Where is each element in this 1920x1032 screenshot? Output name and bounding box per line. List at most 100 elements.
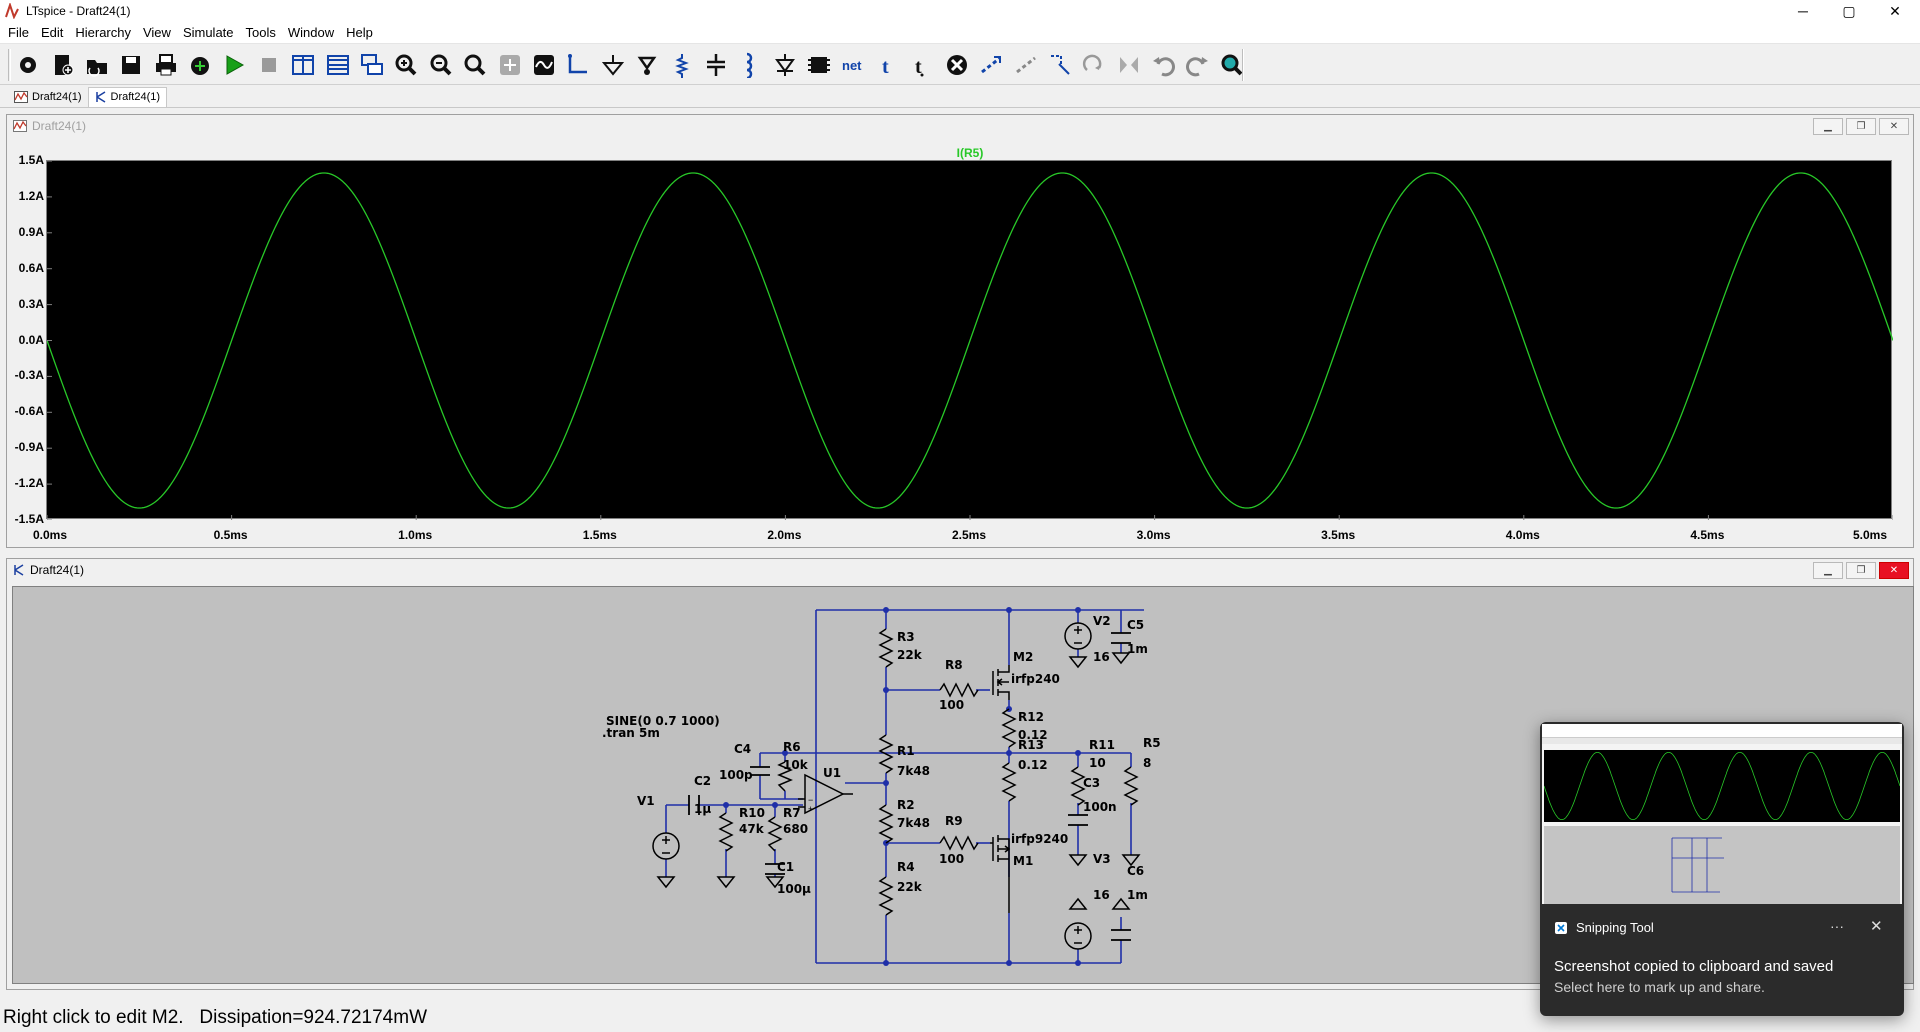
move-icon bbox=[1015, 56, 1036, 74]
screenshot-thumbnail[interactable] bbox=[1542, 724, 1902, 904]
zoom-in-button[interactable] bbox=[390, 49, 422, 81]
label-net-button[interactable] bbox=[631, 49, 663, 81]
autorange-icon bbox=[499, 55, 520, 75]
control-panel-button[interactable] bbox=[184, 49, 216, 81]
svg-text:1µ: 1µ bbox=[694, 802, 711, 816]
svg-text:R8: R8 bbox=[945, 658, 963, 672]
waveform-minimize-button[interactable]: ▁ bbox=[1813, 118, 1843, 135]
x-tick-label: 1.0ms bbox=[398, 528, 433, 542]
resistor-button[interactable] bbox=[666, 49, 698, 81]
waveform-icon bbox=[14, 90, 28, 103]
spice-directive-button[interactable]: t bbox=[906, 49, 938, 81]
toast-message: Screenshot copied to clipboard and saved bbox=[1554, 958, 1834, 975]
schematic-restore-button[interactable]: ❐ bbox=[1846, 562, 1876, 579]
directive-tran: .tran 5m bbox=[602, 726, 660, 740]
c4-symbol bbox=[750, 766, 770, 776]
tile-horizontal-button[interactable] bbox=[322, 49, 354, 81]
toast-close-button[interactable]: ✕ bbox=[1870, 917, 1883, 935]
toolbar-end-separator bbox=[1242, 49, 1244, 81]
undo-button[interactable] bbox=[1147, 49, 1179, 81]
r9-symbol bbox=[939, 835, 979, 851]
y-tick-label: -0.9A bbox=[14, 440, 44, 455]
inductor-button[interactable] bbox=[734, 49, 766, 81]
settings-button[interactable] bbox=[12, 49, 44, 81]
tile-horizontal-icon bbox=[326, 55, 349, 75]
y-tick-label: 0.0A bbox=[18, 332, 44, 347]
menu-help[interactable]: Help bbox=[340, 22, 379, 44]
resistor-icon bbox=[674, 54, 689, 78]
control-panel-icon bbox=[191, 57, 209, 75]
waveform-window-title: Draft24(1) bbox=[32, 119, 87, 133]
undo-icon bbox=[1153, 57, 1176, 77]
menu-hierarchy[interactable]: Hierarchy bbox=[69, 22, 137, 44]
wire-button[interactable] bbox=[562, 49, 594, 81]
menu-edit[interactable]: Edit bbox=[35, 22, 69, 44]
trace-label[interactable]: I(R5) bbox=[940, 146, 1000, 160]
mirror-button[interactable] bbox=[1113, 49, 1145, 81]
svg-text:1m: 1m bbox=[1127, 642, 1148, 656]
tab-waveform[interactable]: Draft24(1) bbox=[8, 87, 88, 107]
cascade-button[interactable] bbox=[356, 49, 388, 81]
menu-view[interactable]: View bbox=[137, 22, 177, 44]
waveform-plot[interactable] bbox=[46, 160, 1894, 521]
menu-file[interactable]: File bbox=[2, 22, 35, 44]
drag-icon bbox=[1051, 55, 1070, 75]
y-tick-label: -0.6A bbox=[14, 404, 44, 419]
new-schematic-button[interactable] bbox=[46, 49, 78, 81]
svg-text:R10: R10 bbox=[739, 806, 765, 820]
text-button[interactable]: t bbox=[872, 49, 904, 81]
zoom-out-button[interactable] bbox=[425, 49, 457, 81]
r1-symbol bbox=[878, 734, 894, 774]
schematic-close-button[interactable]: ✕ bbox=[1879, 562, 1909, 579]
x-tick-label: 2.5ms bbox=[951, 528, 987, 542]
pick-visible-traces-button[interactable] bbox=[528, 49, 560, 81]
thumbnail-wave bbox=[1544, 752, 1900, 820]
m2-symbol bbox=[992, 665, 1010, 700]
svg-text:irfp9240: irfp9240 bbox=[1011, 832, 1068, 846]
print-button[interactable] bbox=[150, 49, 182, 81]
spice-directive-icon: t bbox=[915, 56, 924, 78]
redo-button[interactable] bbox=[1182, 49, 1214, 81]
toast-more-options-button[interactable]: ··· bbox=[1830, 918, 1844, 934]
tab-waveform-label: Draft24(1) bbox=[32, 90, 82, 103]
schematic-minimize-button[interactable]: ▁ bbox=[1813, 562, 1843, 579]
r12-symbol bbox=[1001, 708, 1017, 748]
drag-button[interactable] bbox=[1044, 49, 1076, 81]
menu-tools[interactable]: Tools bbox=[240, 22, 282, 44]
tab-schematic[interactable]: Draft24(1) bbox=[87, 86, 168, 107]
rotate-button[interactable] bbox=[1078, 49, 1110, 81]
minimize-button[interactable]: ─ bbox=[1780, 0, 1826, 22]
trace-i-r5[interactable] bbox=[46, 172, 1894, 509]
open-button[interactable] bbox=[81, 49, 113, 81]
close-button[interactable]: ✕ bbox=[1872, 0, 1918, 22]
tile-vertical-button[interactable] bbox=[287, 49, 319, 81]
snipping-tool-notification[interactable]: Snipping Tool ··· ✕ Screenshot copied to… bbox=[1540, 722, 1904, 1016]
menu-window[interactable]: Window bbox=[282, 22, 340, 44]
zoom-in-icon bbox=[395, 54, 417, 76]
move-button[interactable] bbox=[1010, 49, 1042, 81]
waveform-restore-button[interactable]: ❐ bbox=[1846, 118, 1876, 135]
x-tick-label: 3.0ms bbox=[1136, 528, 1171, 542]
delete-button[interactable] bbox=[941, 49, 973, 81]
duplicate-button[interactable] bbox=[975, 49, 1007, 81]
x-tick-label: 2.0ms bbox=[767, 528, 802, 542]
schematic-window-title: Draft24(1) bbox=[30, 563, 85, 577]
zoom-fit-button[interactable] bbox=[459, 49, 491, 81]
menu-simulate[interactable]: Simulate bbox=[177, 22, 240, 44]
maximize-button[interactable]: ▢ bbox=[1826, 0, 1872, 22]
capacitor-button[interactable] bbox=[700, 49, 732, 81]
svg-text:7k48: 7k48 bbox=[897, 764, 930, 778]
toast-app-name: Snipping Tool bbox=[1576, 920, 1654, 935]
diode-button[interactable] bbox=[769, 49, 801, 81]
component-button[interactable] bbox=[803, 49, 835, 81]
save-button[interactable] bbox=[115, 49, 147, 81]
net-label-button[interactable]: net bbox=[838, 49, 870, 81]
ground-button[interactable] bbox=[597, 49, 629, 81]
waveform-close-button[interactable]: ✕ bbox=[1879, 118, 1909, 135]
tab-schematic-label: Draft24(1) bbox=[110, 91, 161, 103]
autorange-button[interactable] bbox=[494, 49, 526, 81]
run-button[interactable] bbox=[218, 49, 250, 81]
svg-text:R9: R9 bbox=[945, 814, 963, 828]
halt-button[interactable] bbox=[253, 49, 285, 81]
svg-text:C5: C5 bbox=[1127, 618, 1144, 632]
